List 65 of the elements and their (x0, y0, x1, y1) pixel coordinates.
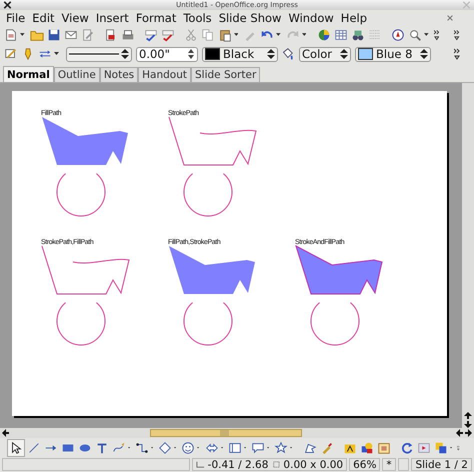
overflow-icon[interactable] (434, 29, 440, 41)
dropdown-arrow-icon[interactable] (420, 49, 428, 59)
line-width-field[interactable]: 0.00" (136, 46, 198, 62)
circle-arc (184, 302, 232, 346)
overflow-icon[interactable] (454, 48, 460, 60)
menu-item[interactable]: File (4, 11, 30, 25)
circle-arc (184, 173, 232, 216)
caret-icon[interactable] (302, 33, 306, 37)
horizontal-scrollbar[interactable] (0, 428, 474, 438)
close-icon[interactable] (446, 14, 454, 22)
view-tab[interactable]: Notes (100, 67, 138, 82)
dropdown-arrow-icon[interactable] (340, 49, 348, 59)
compass-icon[interactable] (390, 27, 406, 43)
vertical-scrollbar[interactable] (462, 83, 474, 428)
spinner-arrows-icon[interactable] (187, 48, 195, 60)
caret-icon[interactable] (276, 33, 281, 37)
caret-icon[interactable] (424, 33, 429, 37)
view-tab[interactable]: Normal (3, 66, 54, 82)
size-icon (271, 460, 280, 469)
area-style-dropdown[interactable]: Color (299, 46, 351, 62)
size-text: 0.00 x 0.00 (283, 458, 344, 470)
autospellcheck-icon[interactable] (160, 27, 176, 43)
pointer-icon[interactable] (7, 438, 25, 456)
line-preview-icon (69, 52, 119, 56)
position-text: -0.41 / 2.68 (208, 458, 268, 470)
left-arrow-icon[interactable] (2, 429, 10, 437)
circle-arc (310, 302, 360, 346)
menu-item[interactable]: Tools (181, 11, 217, 25)
view-tab[interactable]: Slide Sorter (191, 67, 260, 82)
menu-item[interactable]: Window (286, 11, 339, 25)
circle-arc (56, 302, 106, 346)
circle-arc (56, 173, 106, 216)
menu-item[interactable]: View (60, 11, 94, 25)
menu-item[interactable]: Edit (30, 11, 60, 25)
dropdown-arrow-icon[interactable] (267, 49, 275, 59)
menu-item[interactable]: Insert (94, 11, 134, 25)
line-style-dropdown[interactable] (66, 46, 132, 62)
menu-item[interactable]: Format (134, 11, 182, 25)
spellcheck-icon[interactable] (142, 27, 159, 43)
modified-indicator: * (382, 458, 396, 471)
dropdown-arrow-icon[interactable] (121, 49, 129, 59)
smiley-icon[interactable] (180, 440, 196, 456)
slide-indicator: Slide 1 / 2 (411, 458, 472, 471)
x-logo-icon (3, 1, 12, 9)
star-icon[interactable] (273, 440, 290, 456)
view-tab[interactable]: Handout (138, 67, 191, 82)
zoom-icon[interactable] (407, 27, 424, 43)
overflow-icon[interactable] (454, 29, 460, 41)
caret-icon[interactable] (20, 33, 25, 37)
zoom-level[interactable]: 66% (349, 458, 380, 471)
line-color-dropdown[interactable]: Black (202, 46, 278, 62)
area-color-dropdown[interactable]: Blue 8 (355, 46, 431, 62)
up-arrow-icon[interactable] (464, 412, 472, 420)
view-tab[interactable]: Outline (54, 67, 100, 82)
status-cell (398, 458, 410, 471)
position-icon (196, 460, 205, 469)
menu-item[interactable]: Slide Show (216, 11, 286, 25)
new-document-icon[interactable] (3, 27, 19, 43)
menu-item[interactable]: Help (338, 11, 372, 25)
caret-icon[interactable] (54, 52, 59, 56)
left-right-arrows-icon[interactable] (456, 429, 472, 437)
down-arrow-icon[interactable] (464, 420, 472, 428)
caret-icon[interactable] (234, 33, 238, 37)
table-icon[interactable] (333, 27, 350, 43)
scroll-thumb[interactable] (150, 429, 302, 437)
